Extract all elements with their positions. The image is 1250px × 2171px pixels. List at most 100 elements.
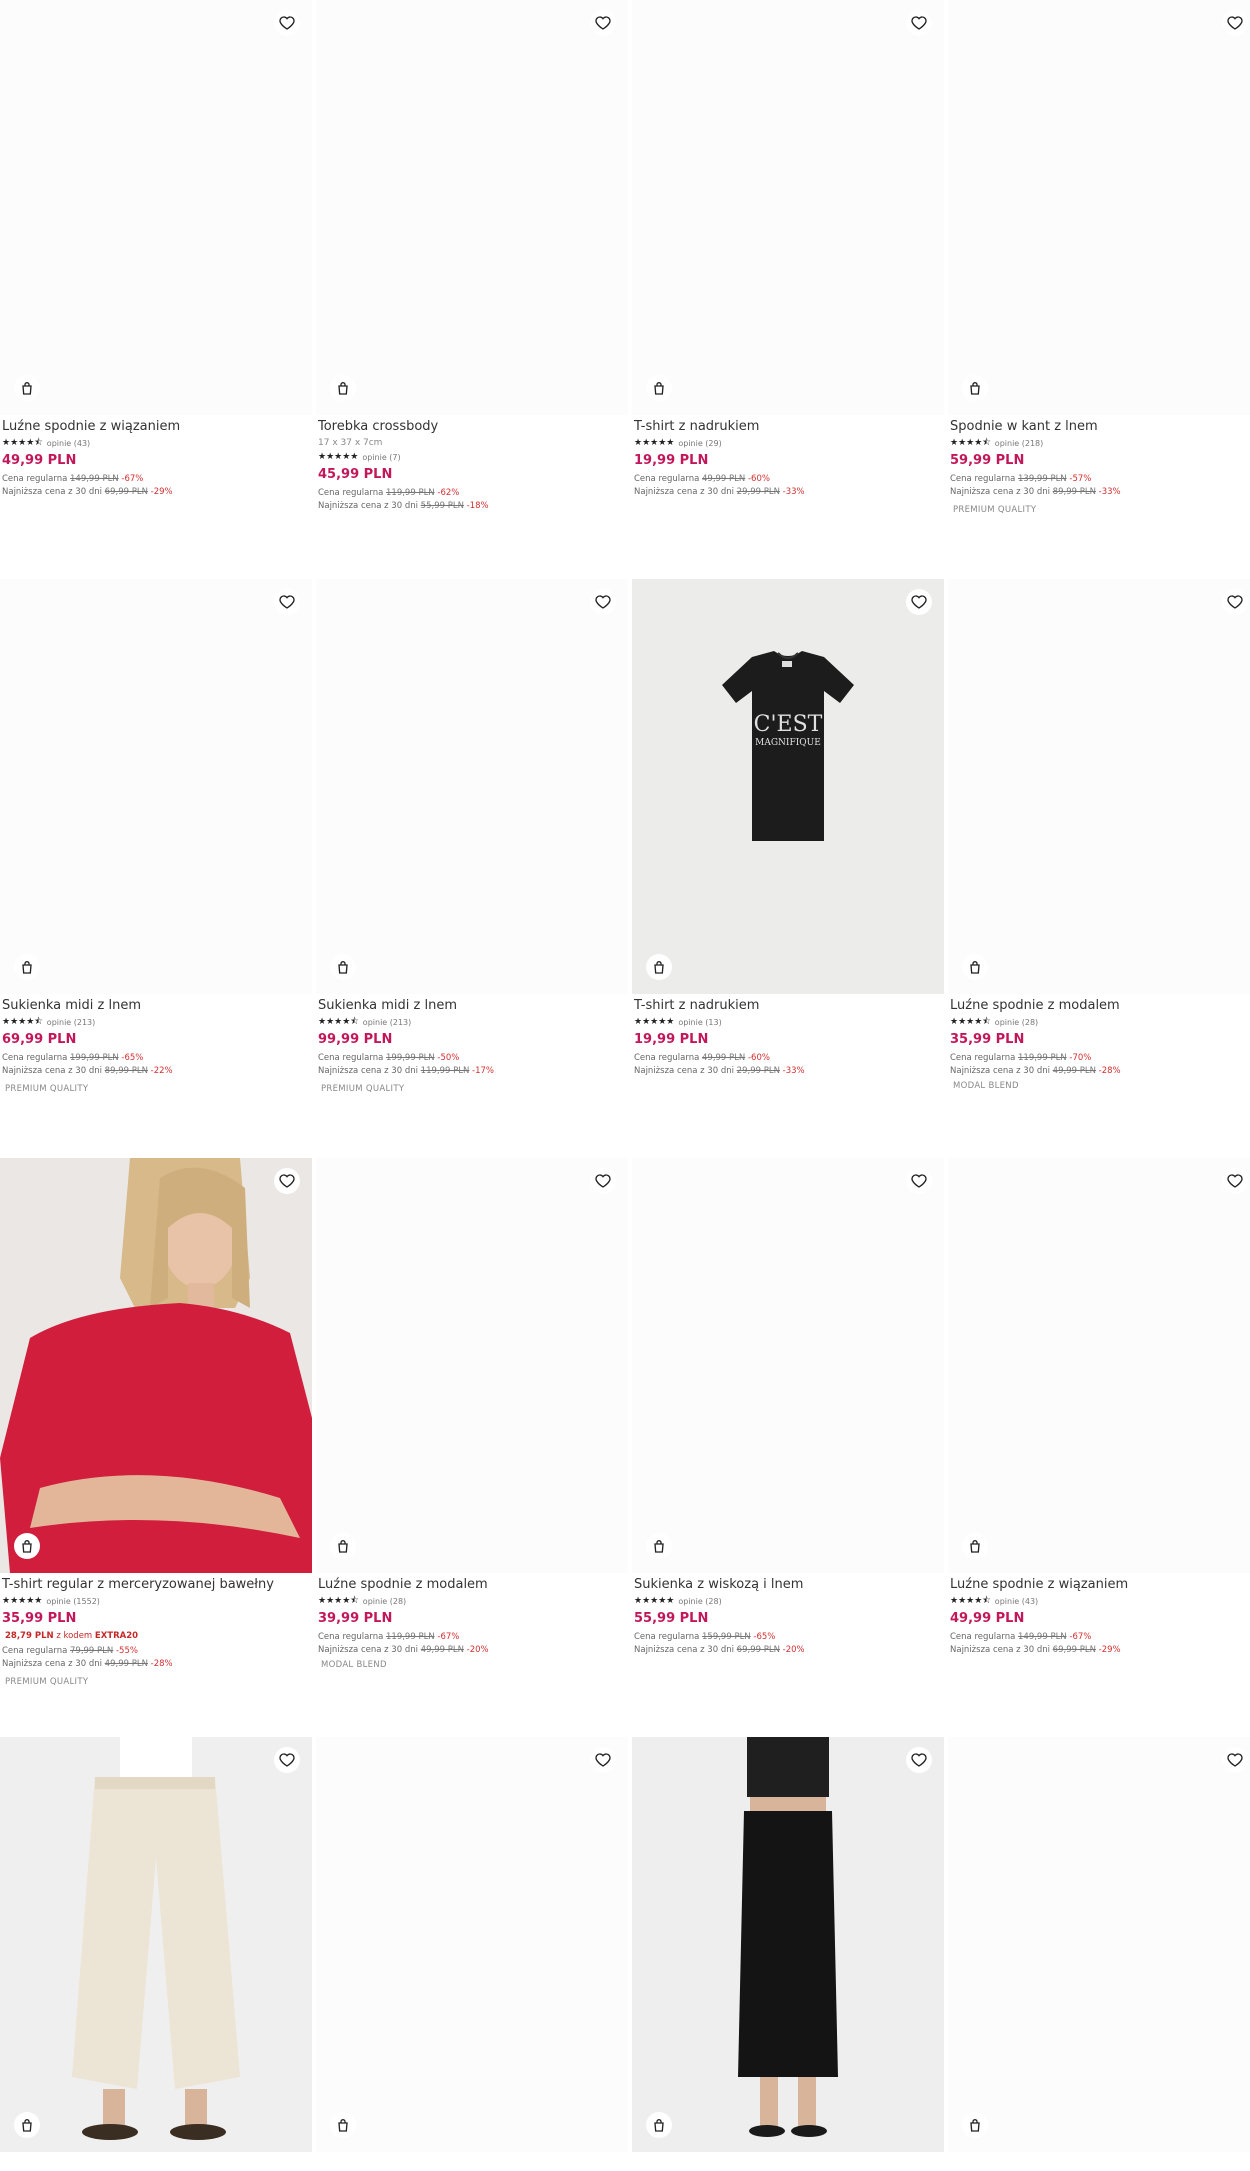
heart-icon[interactable] <box>1222 589 1248 615</box>
product-image[interactable] <box>0 579 312 994</box>
product-image[interactable] <box>632 1737 944 2152</box>
lowest-discount: -33% <box>782 487 805 497</box>
regular-label: Cena regularna <box>950 1632 1016 1642</box>
product-card[interactable]: Sukienka midi z lnem ★★★★⯪ opinie (213) 9… <box>316 579 628 1158</box>
product-card[interactable] <box>316 1737 628 2171</box>
lowest-label: Najniższa cena z 30 dni <box>2 1659 102 1669</box>
product-image[interactable] <box>948 579 1250 994</box>
heart-icon[interactable] <box>274 10 300 36</box>
product-image[interactable] <box>0 1737 312 2152</box>
bag-icon[interactable] <box>962 954 988 980</box>
product-card[interactable]: T-shirt regular z merceryzowanej bawełny… <box>0 1158 312 1737</box>
heart-icon[interactable] <box>274 1747 300 1773</box>
product-card[interactable]: Spodnie w kant z lnem ★★★★⯪ opinie (218) … <box>948 0 1250 579</box>
product-badge: PREMIUM QUALITY <box>953 505 1037 515</box>
heart-icon[interactable] <box>1222 10 1248 36</box>
rating-stars: ★★★★⯪ <box>2 438 43 448</box>
product-image[interactable] <box>632 0 944 415</box>
product-image[interactable] <box>316 579 628 994</box>
regular-price: 49,99 PLN <box>702 1053 746 1063</box>
bag-icon[interactable] <box>14 2112 40 2138</box>
bag-icon[interactable] <box>14 375 40 401</box>
product-card[interactable]: Luźne spodnie z wiązaniem ★★★★⯪ opinie (4… <box>948 1158 1250 1737</box>
product-card[interactable]: C'EST MAGNIFIQUE T-shirt z nadrukiem ★★★… <box>632 579 944 1158</box>
product-card[interactable]: Luźne spodnie z modalem ★★★★⯪ opinie (28)… <box>948 579 1250 1158</box>
product-title[interactable]: T-shirt z nadrukiem <box>634 419 942 435</box>
lowest-price: 89,99 PLN <box>104 1066 148 1076</box>
product-card[interactable]: Sukienka midi z lnem ★★★★⯪ opinie (213) 6… <box>0 579 312 1158</box>
lowest-discount: -28% <box>1098 1066 1121 1076</box>
product-card[interactable] <box>948 1737 1250 2171</box>
heart-icon[interactable] <box>906 589 932 615</box>
lowest-discount: -28% <box>150 1659 173 1669</box>
lowest-label: Najniższa cena z 30 dni <box>2 1066 102 1076</box>
product-title[interactable]: Spodnie w kant z lnem <box>950 419 1250 435</box>
heart-icon[interactable] <box>590 1168 616 1194</box>
product-image[interactable] <box>0 1158 312 1573</box>
heart-icon[interactable] <box>906 1168 932 1194</box>
product-card[interactable] <box>632 1737 944 2171</box>
regular-discount: -70% <box>1069 1053 1092 1063</box>
product-image[interactable]: C'EST MAGNIFIQUE <box>632 579 944 994</box>
product-title[interactable]: T-shirt z nadrukiem <box>634 998 942 1014</box>
regular-discount: -50% <box>437 1053 460 1063</box>
bag-icon[interactable] <box>330 375 356 401</box>
product-image[interactable] <box>0 0 312 415</box>
bag-icon[interactable] <box>330 1533 356 1559</box>
heart-icon[interactable] <box>590 589 616 615</box>
bag-icon[interactable] <box>14 1533 40 1559</box>
heart-icon[interactable] <box>590 10 616 36</box>
product-card[interactable]: Luźne spodnie z modalem ★★★★⯪ opinie (28)… <box>316 1158 628 1737</box>
heart-icon[interactable] <box>274 1168 300 1194</box>
product-title[interactable]: Luźne spodnie z modalem <box>318 1577 626 1593</box>
product-title[interactable]: Sukienka z wiskozą i lnem <box>634 1577 942 1593</box>
product-title[interactable]: Luźne spodnie z modalem <box>950 998 1250 1014</box>
heart-icon[interactable] <box>906 10 932 36</box>
bag-icon[interactable] <box>646 375 672 401</box>
review-count: opinie (29) <box>678 438 722 448</box>
product-card[interactable] <box>0 1737 312 2171</box>
heart-icon[interactable] <box>1222 1747 1248 1773</box>
product-title[interactable]: Luźne spodnie z wiązaniem <box>950 1577 1250 1593</box>
regular-price-line: Cena regularna 49,99 PLN -60% <box>634 473 942 486</box>
product-image[interactable] <box>316 0 628 415</box>
bag-icon[interactable] <box>330 2112 356 2138</box>
product-title[interactable]: Torebka crossbody <box>318 419 626 435</box>
bag-icon[interactable] <box>962 2112 988 2138</box>
regular-discount: -62% <box>437 488 460 498</box>
heart-icon[interactable] <box>906 1747 932 1773</box>
product-card[interactable]: Sukienka z wiskozą i lnem ★★★★★ opinie (2… <box>632 1158 944 1737</box>
heart-icon[interactable] <box>590 1747 616 1773</box>
bag-icon[interactable] <box>646 954 672 980</box>
product-image[interactable] <box>948 1158 1250 1573</box>
product-title[interactable]: Sukienka midi z lnem <box>318 998 626 1014</box>
product-card[interactable]: Luźne spodnie z wiązaniem ★★★★⯪ opinie (4… <box>0 0 312 579</box>
lowest-price: 119,99 PLN <box>420 1066 470 1076</box>
product-image[interactable] <box>948 1737 1250 2152</box>
model-photo <box>0 1158 312 1573</box>
rating-stars: ★★★★★ <box>634 438 675 448</box>
product-image[interactable] <box>316 1158 628 1573</box>
regular-price-line: Cena regularna 119,99 PLN -70% <box>950 1052 1250 1065</box>
product-image[interactable] <box>316 1737 628 2152</box>
bag-icon[interactable] <box>646 1533 672 1559</box>
bag-icon[interactable] <box>330 954 356 980</box>
lowest-price: 69,99 PLN <box>104 487 148 497</box>
heart-icon[interactable] <box>1222 1168 1248 1194</box>
product-title[interactable]: Luźne spodnie z wiązaniem <box>2 419 310 435</box>
heart-icon[interactable] <box>274 589 300 615</box>
lowest-discount: -33% <box>1098 487 1121 497</box>
regular-price-line: Cena regularna 199,99 PLN -50% <box>318 1052 626 1065</box>
bag-icon[interactable] <box>962 375 988 401</box>
rating: ★★★★⯪ opinie (43) <box>950 1596 1250 1606</box>
product-card[interactable]: T-shirt z nadrukiem ★★★★★ opinie (29) 19,… <box>632 0 944 579</box>
lowest-label: Najniższa cena z 30 dni <box>634 487 734 497</box>
product-image[interactable] <box>632 1158 944 1573</box>
product-title[interactable]: Sukienka midi z lnem <box>2 998 310 1014</box>
bag-icon[interactable] <box>962 1533 988 1559</box>
bag-icon[interactable] <box>646 2112 672 2138</box>
product-title[interactable]: T-shirt regular z merceryzowanej bawełny <box>2 1577 310 1593</box>
product-image[interactable] <box>948 0 1250 415</box>
bag-icon[interactable] <box>14 954 40 980</box>
product-card[interactable]: Torebka crossbody 17 x 37 x 7cm ★★★★★ opi… <box>316 0 628 579</box>
